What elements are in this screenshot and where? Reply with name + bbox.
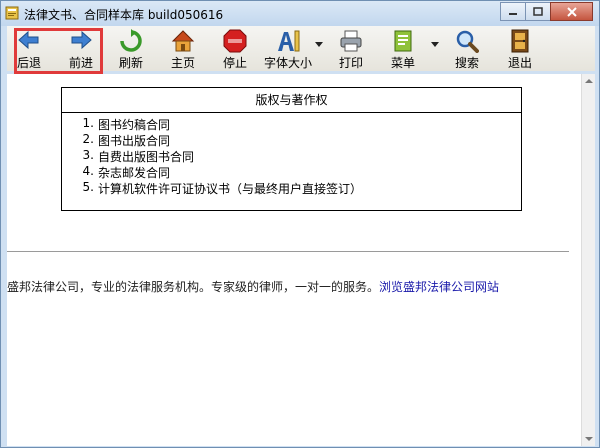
minimize-icon	[509, 12, 517, 15]
window-controls	[500, 2, 593, 21]
document-content: 版权与著作权 1. 图书约稿合同 2. 图书出版合同 3. 自费出版图书合同 4…	[7, 74, 581, 446]
divider	[7, 251, 569, 252]
refresh-button[interactable]: 刷新	[111, 26, 151, 71]
home-button[interactable]: 主页	[162, 26, 204, 71]
item-link[interactable]: 计算机软件许可证协议书（与最终用户直接签订）	[98, 180, 362, 197]
maximize-icon	[533, 6, 543, 16]
magnifier-icon	[456, 30, 479, 53]
exit-label: 退出	[507, 56, 532, 70]
menu-book-icon	[394, 30, 412, 52]
print-button[interactable]: 打印	[330, 26, 372, 71]
item-link[interactable]: 图书约稿合同	[98, 116, 170, 133]
footer: 盛邦法律公司，专业的法律服务机构。专家级的律师，一对一的服务。浏览盛邦法律公司网…	[7, 278, 499, 295]
font-size-label: 字体大小	[263, 56, 312, 70]
printer-icon	[340, 30, 362, 52]
item-number: 2.	[82, 132, 94, 146]
item-link[interactable]: 杂志邮发合同	[98, 164, 170, 181]
refresh-label: 刷新	[118, 56, 143, 70]
contract-list-box: 版权与著作权 1. 图书约稿合同 2. 图书出版合同 3. 自费出版图书合同 4…	[61, 87, 522, 211]
stop-label: 停止	[222, 56, 247, 70]
window-title: 法律文书、合同样本库 build050616	[24, 8, 224, 22]
box-title: 版权与著作权	[62, 88, 521, 113]
font-size-icon	[278, 30, 300, 52]
home-label: 主页	[170, 56, 195, 70]
search-label: 搜索	[454, 56, 479, 70]
stop-icon	[223, 29, 247, 53]
app-book-icon	[5, 6, 19, 20]
scroll-down-icon[interactable]	[584, 434, 594, 444]
item-link[interactable]: 自费出版图书合同	[98, 148, 194, 165]
app-window: 法律文书、合同样本库 build050616 后退 前进 刷新 主页 停止 字体…	[0, 0, 600, 448]
font-size-button[interactable]: 字体大小	[259, 26, 317, 71]
print-label: 打印	[338, 56, 363, 70]
home-icon	[171, 30, 195, 52]
exit-button[interactable]: 退出	[500, 26, 540, 71]
menu-dropdown-icon[interactable]	[431, 42, 439, 48]
close-icon	[566, 6, 577, 17]
item-number: 1.	[82, 116, 94, 130]
item-number: 4.	[82, 164, 94, 178]
search-button[interactable]: 搜索	[446, 26, 488, 71]
item-number: 5.	[82, 180, 94, 194]
font-size-dropdown-icon[interactable]	[315, 42, 323, 48]
item-link[interactable]: 图书出版合同	[98, 132, 170, 149]
minimize-button[interactable]	[500, 2, 526, 21]
vertical-scrollbar[interactable]	[581, 74, 595, 446]
back-forward-highlight	[14, 28, 103, 74]
menu-label: 菜单	[390, 56, 415, 70]
refresh-icon	[120, 29, 142, 52]
footer-text: 盛邦法律公司，专业的法律服务机构。专家级的律师，一对一的服务。	[7, 280, 380, 294]
close-button[interactable]	[550, 2, 593, 21]
title-bar[interactable]: 法律文书、合同样本库 build050616	[1, 1, 599, 26]
menu-button[interactable]: 菜单	[382, 26, 424, 71]
item-number: 3.	[82, 148, 94, 162]
company-website-link[interactable]: 浏览盛邦法律公司网站	[379, 280, 499, 294]
exit-door-icon	[511, 29, 529, 53]
scroll-up-icon[interactable]	[584, 76, 594, 86]
stop-button[interactable]: 停止	[214, 26, 256, 71]
maximize-button[interactable]	[525, 2, 551, 21]
